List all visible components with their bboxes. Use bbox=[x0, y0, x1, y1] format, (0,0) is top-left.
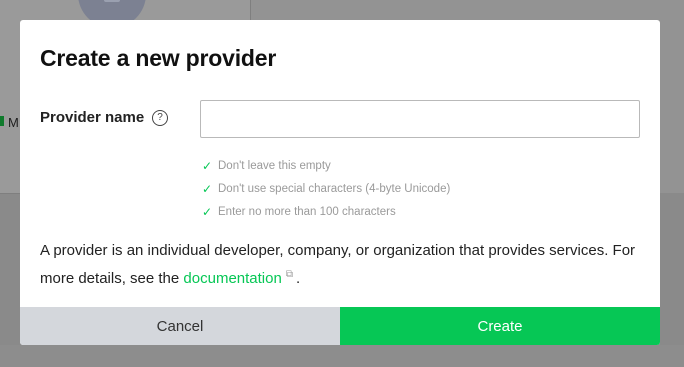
help-icon[interactable]: ? bbox=[152, 110, 168, 126]
check-icon: ✓ bbox=[202, 158, 213, 173]
validation-rule: ✓ Enter no more than 100 characters bbox=[202, 200, 450, 223]
external-link-icon: ⧉ bbox=[285, 269, 293, 280]
background-partial-text: M bbox=[8, 115, 19, 130]
validation-rule-text: Don't use special characters (4-byte Uni… bbox=[218, 182, 451, 195]
validation-rule: ✓ Don't leave this empty bbox=[202, 154, 450, 177]
check-icon: ✓ bbox=[202, 204, 213, 219]
dialog-footer: Cancel Create bbox=[20, 307, 660, 345]
description-text: A provider is an individual developer, c… bbox=[40, 242, 636, 287]
description-end: . bbox=[295, 270, 301, 287]
documentation-link[interactable]: documentation bbox=[183, 270, 281, 287]
validation-rule-text: Enter no more than 100 characters bbox=[218, 205, 396, 218]
create-button[interactable]: Create bbox=[340, 307, 660, 345]
validation-rule-text: Don't leave this empty bbox=[218, 159, 331, 172]
create-provider-dialog: Create a new provider Provider name ? ✓ … bbox=[20, 20, 660, 345]
provider-name-label: Provider name bbox=[40, 109, 145, 126]
validation-rule: ✓ Don't use special characters (4-byte U… bbox=[202, 177, 450, 200]
check-icon: ✓ bbox=[202, 181, 213, 196]
dialog-title: Create a new provider bbox=[40, 45, 277, 71]
background-status-dot bbox=[0, 116, 4, 126]
background-bottom-strip bbox=[0, 345, 684, 367]
cancel-button[interactable]: Cancel bbox=[20, 307, 340, 345]
provider-description: A provider is an individual developer, c… bbox=[40, 239, 640, 291]
validation-rules: ✓ Don't leave this empty ✓ Don't use spe… bbox=[202, 154, 450, 223]
provider-name-input[interactable] bbox=[200, 100, 640, 138]
